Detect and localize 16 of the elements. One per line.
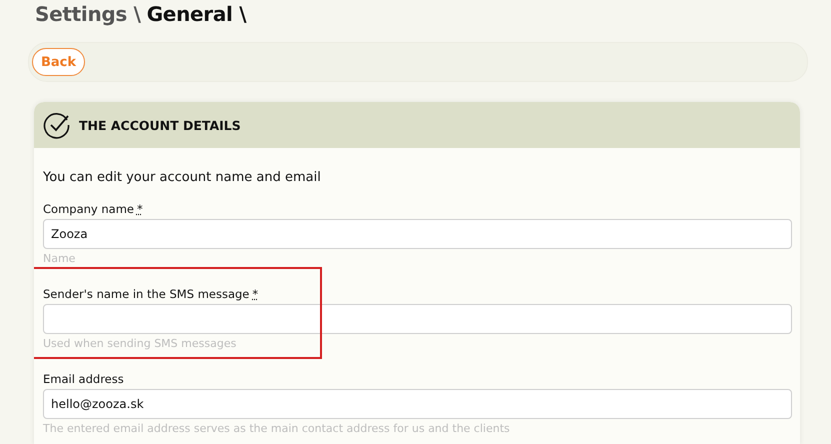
field-label: Email address [43, 372, 124, 386]
hint-text: Used when sending SMS messages [43, 337, 238, 350]
input-field[interactable]: hello@zooza.sk [43, 389, 792, 419]
intro-text: You can edit your account name and email [43, 170, 322, 185]
required-mark: * [136, 202, 143, 216]
check-circle-icon [43, 111, 71, 139]
breadcrumb: General \ [146, 1, 246, 28]
hint-text: The entered email address serves as the main contact address for us and the clients [43, 422, 511, 435]
breadcrumb[interactable]: Settings \ [35, 0, 141, 28]
card-title: THE ACCOUNT DETAILS [79, 118, 241, 132]
required-mark: * [252, 287, 258, 301]
field-label: Company name [43, 202, 134, 216]
field-label: Sender's name in the SMS message [43, 287, 250, 301]
input-field[interactable] [43, 304, 792, 334]
hint-text: Name [43, 252, 76, 265]
input-field[interactable]: Zooza [43, 219, 792, 249]
